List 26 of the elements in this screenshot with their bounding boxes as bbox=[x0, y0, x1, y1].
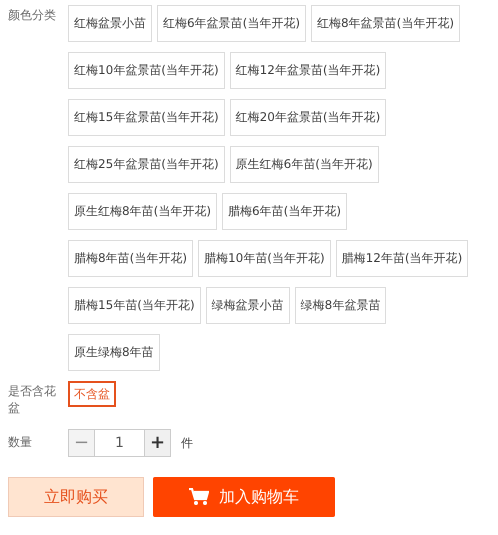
option-button[interactable]: 绿梅盆景小苗 bbox=[206, 287, 290, 324]
option-button[interactable]: 红梅6年盆景苗(当年开花) bbox=[157, 5, 306, 42]
option-button[interactable]: 红梅20年盆景苗(当年开花) bbox=[230, 99, 386, 136]
option-button[interactable]: 红梅12年盆景苗(当年开花) bbox=[230, 52, 386, 89]
option-button[interactable]: 原生红梅8年苗(当年开花) bbox=[68, 193, 217, 230]
option-button[interactable]: 腊梅6年苗(当年开花) bbox=[222, 193, 347, 230]
option-button[interactable]: 原生红梅6年苗(当年开花) bbox=[230, 146, 379, 183]
option-button[interactable]: 绿梅8年盆景苗 bbox=[294, 287, 386, 324]
option-button[interactable]: 红梅10年盆景苗(当年开花) bbox=[68, 52, 225, 89]
option-button[interactable]: 红梅8年盆景苗(当年开花) bbox=[311, 5, 460, 42]
option-button[interactable]: 红梅盆景小苗 bbox=[68, 5, 152, 42]
option-button[interactable]: 红梅25年盆景苗(当年开花) bbox=[68, 146, 225, 183]
option-label: 颜色分类 bbox=[8, 7, 57, 24]
option-button[interactable]: 腊梅8年苗(当年开花) bbox=[68, 240, 193, 277]
option-button[interactable]: 腊梅15年苗(当年开花) bbox=[68, 287, 201, 324]
quantity-field[interactable]: 1 bbox=[95, 428, 144, 457]
unit-label: 件 bbox=[181, 434, 193, 452]
option-label: 是否含花盆 bbox=[8, 383, 57, 417]
option-button[interactable]: 腊梅12年苗(当年开花) bbox=[336, 240, 468, 277]
increment-button[interactable]: + bbox=[144, 428, 171, 457]
quantity-label: 数量 bbox=[8, 434, 33, 451]
option-button[interactable]: 红梅15年盆景苗(当年开花) bbox=[68, 99, 225, 136]
option-button[interactable]: 腊梅10年苗(当年开花) bbox=[198, 240, 331, 277]
option-button[interactable]: 原生绿梅8年苗 bbox=[68, 334, 160, 371]
option-button[interactable]: 不含盆 bbox=[68, 381, 116, 407]
cart-icon bbox=[189, 488, 209, 506]
